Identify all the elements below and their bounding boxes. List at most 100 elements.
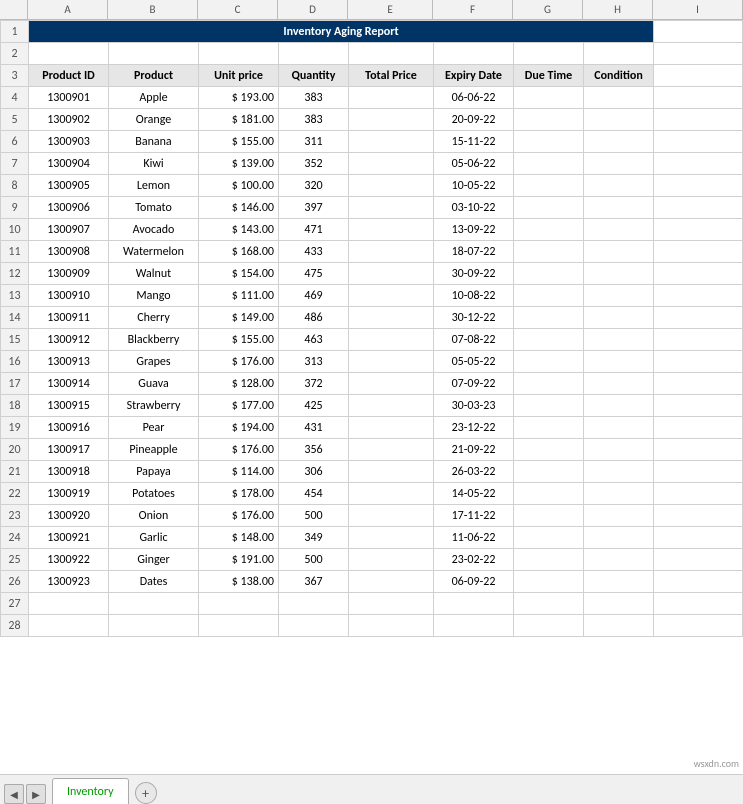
cell-9-condition[interactable] — [584, 197, 654, 219]
cell-17-expiry[interactable]: 07-09-22 — [434, 373, 514, 395]
cell-17-condition[interactable] — [584, 373, 654, 395]
cell-8-total[interactable] — [349, 175, 434, 197]
cell-16-due[interactable] — [514, 351, 584, 373]
inventory-tab[interactable]: Inventory — [52, 778, 129, 804]
cell-20-expiry[interactable]: 21-09-22 — [434, 439, 514, 461]
cell-26-price[interactable]: $ 138.00 — [199, 571, 279, 593]
cell-15-price[interactable]: $ 155.00 — [199, 329, 279, 351]
cell-24-product[interactable]: Garlic — [109, 527, 199, 549]
cell-26-condition[interactable] — [584, 571, 654, 593]
cell-22-condition[interactable] — [584, 483, 654, 505]
cell-22-total[interactable] — [349, 483, 434, 505]
cell-15-qty[interactable]: 463 — [279, 329, 349, 351]
col-h[interactable]: H — [583, 0, 653, 19]
cell-5-id[interactable]: 1300902 — [29, 109, 109, 131]
cell-17-qty[interactable]: 372 — [279, 373, 349, 395]
cell-19-product[interactable]: Pear — [109, 417, 199, 439]
cell-24-id[interactable]: 1300921 — [29, 527, 109, 549]
cell-7-qty[interactable]: 352 — [279, 153, 349, 175]
cell-17-id[interactable]: 1300914 — [29, 373, 109, 395]
cell-12-due[interactable] — [514, 263, 584, 285]
cell-6-condition[interactable] — [584, 131, 654, 153]
cell-15-product[interactable]: Blackberry — [109, 329, 199, 351]
cell-16-condition[interactable] — [584, 351, 654, 373]
cell-25-total[interactable] — [349, 549, 434, 571]
cell-6-id[interactable]: 1300903 — [29, 131, 109, 153]
cell-15-id[interactable]: 1300912 — [29, 329, 109, 351]
cell-19-due[interactable] — [514, 417, 584, 439]
cell-24-condition[interactable] — [584, 527, 654, 549]
cell-25-qty[interactable]: 500 — [279, 549, 349, 571]
cell-16-total[interactable] — [349, 351, 434, 373]
cell-5-total[interactable] — [349, 109, 434, 131]
cell-5-qty[interactable]: 383 — [279, 109, 349, 131]
cell-8-price[interactable]: $ 100.00 — [199, 175, 279, 197]
cell-25-product[interactable]: Ginger — [109, 549, 199, 571]
cell-14-qty[interactable]: 486 — [279, 307, 349, 329]
cell-19-total[interactable] — [349, 417, 434, 439]
cell-9-product[interactable]: Tomato — [109, 197, 199, 219]
cell-6-expiry[interactable]: 15-11-22 — [434, 131, 514, 153]
cell-8-product[interactable]: Lemon — [109, 175, 199, 197]
cell-16-expiry[interactable]: 05-05-22 — [434, 351, 514, 373]
cell-14-product[interactable]: Cherry — [109, 307, 199, 329]
cell-23-price[interactable]: $ 176.00 — [199, 505, 279, 527]
cell-15-expiry[interactable]: 07-08-22 — [434, 329, 514, 351]
cell-8-condition[interactable] — [584, 175, 654, 197]
cell-22-qty[interactable]: 454 — [279, 483, 349, 505]
cell-20-due[interactable] — [514, 439, 584, 461]
cell-13-condition[interactable] — [584, 285, 654, 307]
cell-13-due[interactable] — [514, 285, 584, 307]
cell-26-id[interactable]: 1300923 — [29, 571, 109, 593]
cell-25-price[interactable]: $ 191.00 — [199, 549, 279, 571]
cell-6-price[interactable]: $ 155.00 — [199, 131, 279, 153]
cell-8-expiry[interactable]: 10-05-22 — [434, 175, 514, 197]
cell-11-expiry[interactable]: 18-07-22 — [434, 241, 514, 263]
cell-23-due[interactable] — [514, 505, 584, 527]
cell-12-condition[interactable] — [584, 263, 654, 285]
cell-10-qty[interactable]: 471 — [279, 219, 349, 241]
cell-24-qty[interactable]: 349 — [279, 527, 349, 549]
cell-9-price[interactable]: $ 146.00 — [199, 197, 279, 219]
cell-12-product[interactable]: Walnut — [109, 263, 199, 285]
cell-20-price[interactable]: $ 176.00 — [199, 439, 279, 461]
cell-26-qty[interactable]: 367 — [279, 571, 349, 593]
cell-9-id[interactable]: 1300906 — [29, 197, 109, 219]
cell-20-qty[interactable]: 356 — [279, 439, 349, 461]
cell-5-price[interactable]: $ 181.00 — [199, 109, 279, 131]
cell-5-due[interactable] — [514, 109, 584, 131]
cell-22-id[interactable]: 1300919 — [29, 483, 109, 505]
cell-4-id[interactable]: 1300901 — [29, 87, 109, 109]
cell-12-total[interactable] — [349, 263, 434, 285]
cell-21-condition[interactable] — [584, 461, 654, 483]
cell-18-product[interactable]: Strawberry — [109, 395, 199, 417]
cell-4-total[interactable] — [349, 87, 434, 109]
cell-4-condition[interactable] — [584, 87, 654, 109]
cell-13-total[interactable] — [349, 285, 434, 307]
cell-16-product[interactable]: Grapes — [109, 351, 199, 373]
cell-16-price[interactable]: $ 176.00 — [199, 351, 279, 373]
cell-22-product[interactable]: Potatoes — [109, 483, 199, 505]
cell-20-total[interactable] — [349, 439, 434, 461]
cell-14-total[interactable] — [349, 307, 434, 329]
cell-26-expiry[interactable]: 06-09-22 — [434, 571, 514, 593]
cell-7-product[interactable]: Kiwi — [109, 153, 199, 175]
cell-18-id[interactable]: 1300915 — [29, 395, 109, 417]
cell-4-due[interactable] — [514, 87, 584, 109]
cell-19-expiry[interactable]: 23-12-22 — [434, 417, 514, 439]
cell-19-condition[interactable] — [584, 417, 654, 439]
col-c[interactable]: C — [198, 0, 278, 19]
cell-20-condition[interactable] — [584, 439, 654, 461]
cell-11-product[interactable]: Watermelon — [109, 241, 199, 263]
cell-23-id[interactable]: 1300920 — [29, 505, 109, 527]
cell-26-due[interactable] — [514, 571, 584, 593]
cell-12-expiry[interactable]: 30-09-22 — [434, 263, 514, 285]
cell-11-id[interactable]: 1300908 — [29, 241, 109, 263]
cell-4-qty[interactable]: 383 — [279, 87, 349, 109]
col-a[interactable]: A — [28, 0, 108, 19]
cell-20-product[interactable]: Pineapple — [109, 439, 199, 461]
cell-18-price[interactable]: $ 177.00 — [199, 395, 279, 417]
cell-10-condition[interactable] — [584, 219, 654, 241]
cell-10-product[interactable]: Avocado — [109, 219, 199, 241]
cell-13-expiry[interactable]: 10-08-22 — [434, 285, 514, 307]
